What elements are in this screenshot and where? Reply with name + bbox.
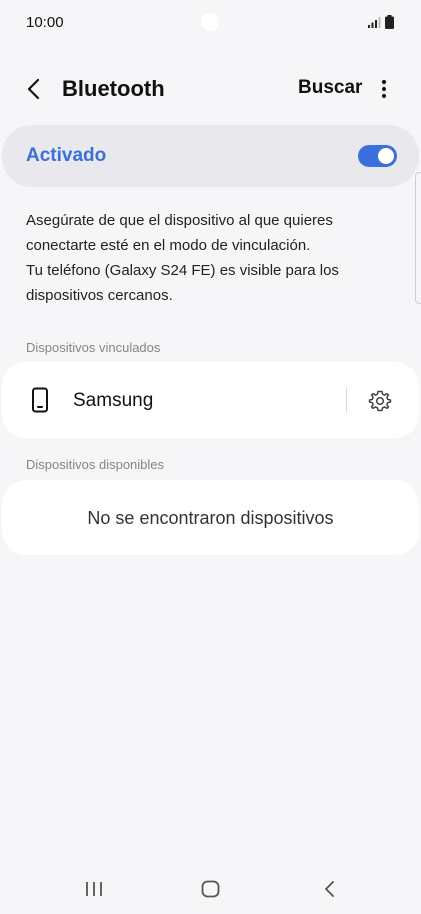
no-devices-message: No se encontraron dispositivos [87, 508, 334, 528]
device-name: Samsung [73, 390, 154, 411]
visibility-info: Asegúrate de que el dispositivo al que q… [26, 208, 396, 308]
page-title: Bluetooth [62, 76, 165, 101]
paired-device-row[interactable]: Samsung [2, 362, 419, 438]
info-line: conectarte esté en el modo de vinculació… [26, 237, 311, 254]
available-devices-card: No se encontraron dispositivos [2, 480, 419, 555]
divider [346, 387, 347, 413]
signal-icon [368, 17, 381, 28]
more-options-icon[interactable] [380, 79, 388, 99]
home-icon[interactable] [201, 880, 220, 898]
battery-icon [385, 15, 394, 29]
available-devices-label: Dispositivos disponibles [26, 457, 165, 472]
navigation-bar [0, 862, 421, 914]
status-time: 10:00 [26, 14, 64, 31]
recents-icon[interactable] [85, 881, 103, 897]
gear-icon[interactable] [368, 389, 392, 413]
back-icon[interactable] [24, 77, 44, 101]
info-line: Tu teléfono (Galaxy S24 FE) es visible p… [26, 262, 339, 279]
phone-icon [32, 387, 48, 413]
scroll-handle[interactable] [415, 172, 421, 304]
bluetooth-toggle-card[interactable]: Activado [2, 125, 419, 187]
info-line: Asegúrate de que el dispositivo al que q… [26, 212, 333, 229]
switch-knob [378, 148, 394, 164]
bluetooth-switch[interactable] [358, 145, 397, 167]
toggle-label: Activado [26, 145, 107, 166]
nav-back-icon[interactable] [323, 880, 337, 898]
status-bar: 10:00 [0, 0, 421, 44]
paired-devices-label: Dispositivos vinculados [26, 340, 161, 355]
camera-cutout [201, 13, 219, 31]
app-header: Bluetooth Buscar [0, 66, 421, 112]
search-button[interactable]: Buscar [298, 77, 362, 99]
info-line: dispositivos cercanos. [26, 287, 173, 304]
